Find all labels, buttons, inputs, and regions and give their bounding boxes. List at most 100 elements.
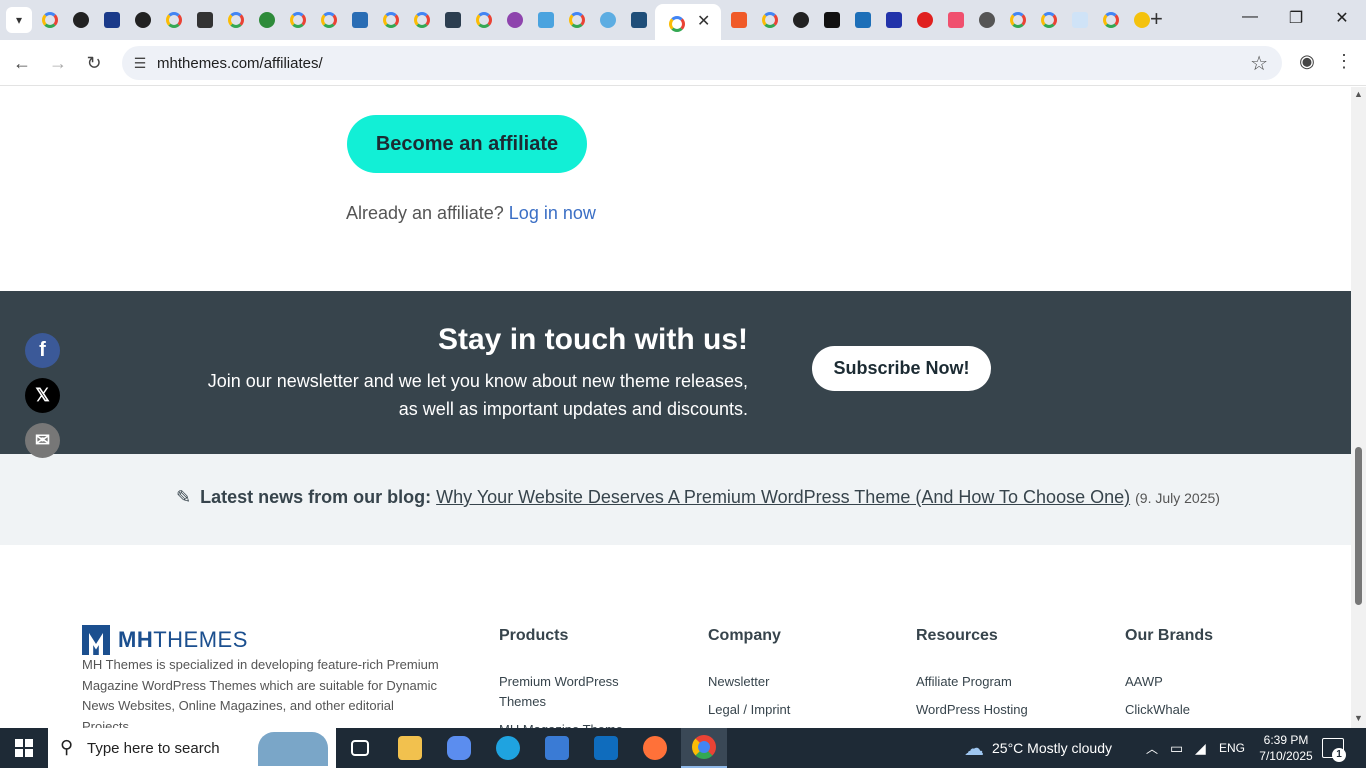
footer-link[interactable]: Newsletter bbox=[708, 672, 888, 692]
blog-news-strip: ✎ Latest news from our blog: Why Your We… bbox=[0, 454, 1351, 545]
tab-google-icon[interactable] bbox=[472, 8, 496, 32]
tab-globe-icon[interactable] bbox=[596, 8, 620, 32]
tab-strip: ▾ ✕ + — ❐ ✕ bbox=[0, 0, 1366, 40]
footer-link[interactable]: Affiliate Program bbox=[916, 672, 1096, 692]
footer-link[interactable]: Premium WordPress Themes bbox=[499, 672, 649, 712]
tab-google-icon[interactable] bbox=[1006, 8, 1030, 32]
tab-search-chevron-icon[interactable]: ▾ bbox=[6, 7, 32, 33]
new-tab-button[interactable]: + bbox=[1150, 7, 1163, 31]
address-bar[interactable]: ☰ mhthemes.com/affiliates/ ☆ bbox=[122, 46, 1282, 80]
footer-link[interactable]: Legal / Imprint bbox=[708, 700, 888, 720]
x-share-icon[interactable]: 𝕏 bbox=[25, 378, 60, 413]
footer-link[interactable]: MH Magazine Theme bbox=[499, 720, 649, 728]
footer-column-title: Our Brands bbox=[1125, 627, 1214, 644]
tab-google-icon[interactable] bbox=[565, 8, 589, 32]
tab-green-d-icon[interactable] bbox=[820, 8, 844, 32]
tab-google-icon[interactable] bbox=[224, 8, 248, 32]
tab-green-globe-icon[interactable] bbox=[255, 8, 279, 32]
scroll-down-arrow-icon[interactable]: ▼ bbox=[1354, 713, 1363, 723]
store-icon[interactable] bbox=[534, 728, 580, 768]
tab-openai-icon[interactable] bbox=[69, 8, 93, 32]
footer-logo[interactable]: MHTHEMES bbox=[82, 625, 248, 655]
task-view-icon[interactable] bbox=[337, 728, 383, 768]
clock[interactable]: 6:39 PM 7/10/2025 bbox=[1256, 732, 1316, 764]
search-icon: ⚲ bbox=[60, 737, 74, 757]
language-indicator[interactable]: ENG bbox=[1219, 728, 1245, 768]
newsletter-title: Stay in touch with us! bbox=[437, 323, 748, 356]
battery-icon[interactable]: ▭ bbox=[1170, 728, 1183, 768]
subscribe-button[interactable]: Subscribe Now! bbox=[812, 346, 991, 391]
footer-link[interactable]: WordPress Hosting bbox=[916, 700, 1096, 720]
tab-soccer-icon[interactable] bbox=[789, 8, 813, 32]
tab-google-icon[interactable] bbox=[317, 8, 341, 32]
footer-column-title: Company bbox=[708, 627, 781, 644]
firefox-icon[interactable] bbox=[632, 728, 678, 768]
page-scrollbar[interactable]: ▲ ▼ bbox=[1351, 87, 1366, 728]
site-info-icon[interactable]: ☰ bbox=[130, 53, 150, 73]
become-affiliate-button[interactable]: Become an affiliate bbox=[347, 115, 587, 173]
notification-count-badge: 1 bbox=[1332, 748, 1346, 762]
tab-graduation-cap-icon[interactable] bbox=[441, 8, 465, 32]
back-arrow-icon[interactable]: ← bbox=[10, 51, 34, 75]
windows-logo-icon bbox=[15, 739, 33, 757]
outlook-icon[interactable] bbox=[583, 728, 629, 768]
tab-opera-icon[interactable] bbox=[913, 8, 937, 32]
reload-icon[interactable]: ↻ bbox=[82, 51, 106, 75]
clock-time: 6:39 PM bbox=[1263, 733, 1309, 747]
windows-taskbar: ⚲ Type here to search ☁ 25°C Mostly clou… bbox=[0, 728, 1366, 768]
copilot-icon[interactable] bbox=[436, 728, 482, 768]
tab-google-icon[interactable] bbox=[379, 8, 403, 32]
tab-pin-icon[interactable] bbox=[534, 8, 558, 32]
tab-google-icon[interactable] bbox=[1037, 8, 1061, 32]
tab-google-icon[interactable] bbox=[410, 8, 434, 32]
tab-xf-icon[interactable] bbox=[348, 8, 372, 32]
file-explorer-icon[interactable] bbox=[387, 728, 433, 768]
close-window-button[interactable]: ✕ bbox=[1322, 8, 1362, 28]
tab-purple-circle-icon[interactable] bbox=[503, 8, 527, 32]
tab-globe-icon[interactable] bbox=[975, 8, 999, 32]
tab-orange-icon[interactable] bbox=[727, 8, 751, 32]
wifi-icon[interactable]: ◢ bbox=[1195, 728, 1206, 768]
tab-flag-icon[interactable] bbox=[882, 8, 906, 32]
email-share-icon[interactable]: ✉ bbox=[25, 423, 60, 458]
tab-google-icon[interactable] bbox=[758, 8, 782, 32]
edge-icon[interactable] bbox=[485, 728, 531, 768]
tab-chart-icon[interactable] bbox=[851, 8, 875, 32]
pencil-icon: ✎ bbox=[176, 487, 192, 507]
tab-ttp-icon[interactable] bbox=[100, 8, 124, 32]
tab-google-icon[interactable] bbox=[162, 8, 186, 32]
bookmark-star-icon[interactable]: ☆ bbox=[1250, 51, 1268, 76]
menu-kebab-icon[interactable]: ⋮ bbox=[1332, 51, 1356, 72]
scroll-up-arrow-icon[interactable]: ▲ bbox=[1354, 89, 1363, 99]
tab-google-icon[interactable] bbox=[286, 8, 310, 32]
forward-arrow-icon[interactable]: → bbox=[46, 51, 70, 75]
taskbar-search[interactable]: ⚲ Type here to search bbox=[48, 728, 336, 768]
tab-google-icon[interactable] bbox=[38, 8, 62, 32]
restore-button[interactable]: ❐ bbox=[1276, 8, 1316, 28]
footer-link[interactable]: ClickWhale bbox=[1125, 700, 1305, 720]
tab-b-icon[interactable] bbox=[193, 8, 217, 32]
show-hidden-icons-icon[interactable]: ︿ bbox=[1146, 728, 1158, 768]
footer-column-resources: Resources Affiliate Program WordPress Ho… bbox=[916, 627, 1096, 728]
tab-note-icon[interactable] bbox=[1068, 8, 1092, 32]
active-tab[interactable]: ✕ bbox=[655, 4, 721, 40]
tab-a-icon[interactable] bbox=[627, 8, 651, 32]
page-viewport: Become an affiliate Already an affiliate… bbox=[0, 87, 1351, 728]
tab-google-icon[interactable] bbox=[1099, 8, 1123, 32]
tab-f-icon[interactable] bbox=[944, 8, 968, 32]
login-link[interactable]: Log in now bbox=[509, 203, 596, 223]
inactive-tabs bbox=[38, 8, 682, 32]
chrome-icon[interactable] bbox=[681, 728, 727, 768]
profile-icon[interactable]: ◉ bbox=[1295, 51, 1319, 72]
footer-column-products: Products Premium WordPress Themes MH Mag… bbox=[499, 627, 649, 728]
blog-post-link[interactable]: Why Your Website Deserves A Premium Word… bbox=[436, 487, 1130, 507]
weather-widget[interactable]: ☁ 25°C Mostly cloudy bbox=[964, 728, 1112, 768]
start-button[interactable] bbox=[0, 728, 48, 768]
close-tab-icon[interactable]: ✕ bbox=[697, 11, 710, 31]
facebook-share-icon[interactable]: f bbox=[25, 333, 60, 368]
footer-link[interactable]: AAWP bbox=[1125, 672, 1305, 692]
url-text[interactable]: mhthemes.com/affiliates/ bbox=[157, 55, 323, 72]
scrollbar-thumb[interactable] bbox=[1355, 447, 1362, 605]
minimize-button[interactable]: — bbox=[1230, 8, 1270, 26]
tab-openai-icon[interactable] bbox=[131, 8, 155, 32]
